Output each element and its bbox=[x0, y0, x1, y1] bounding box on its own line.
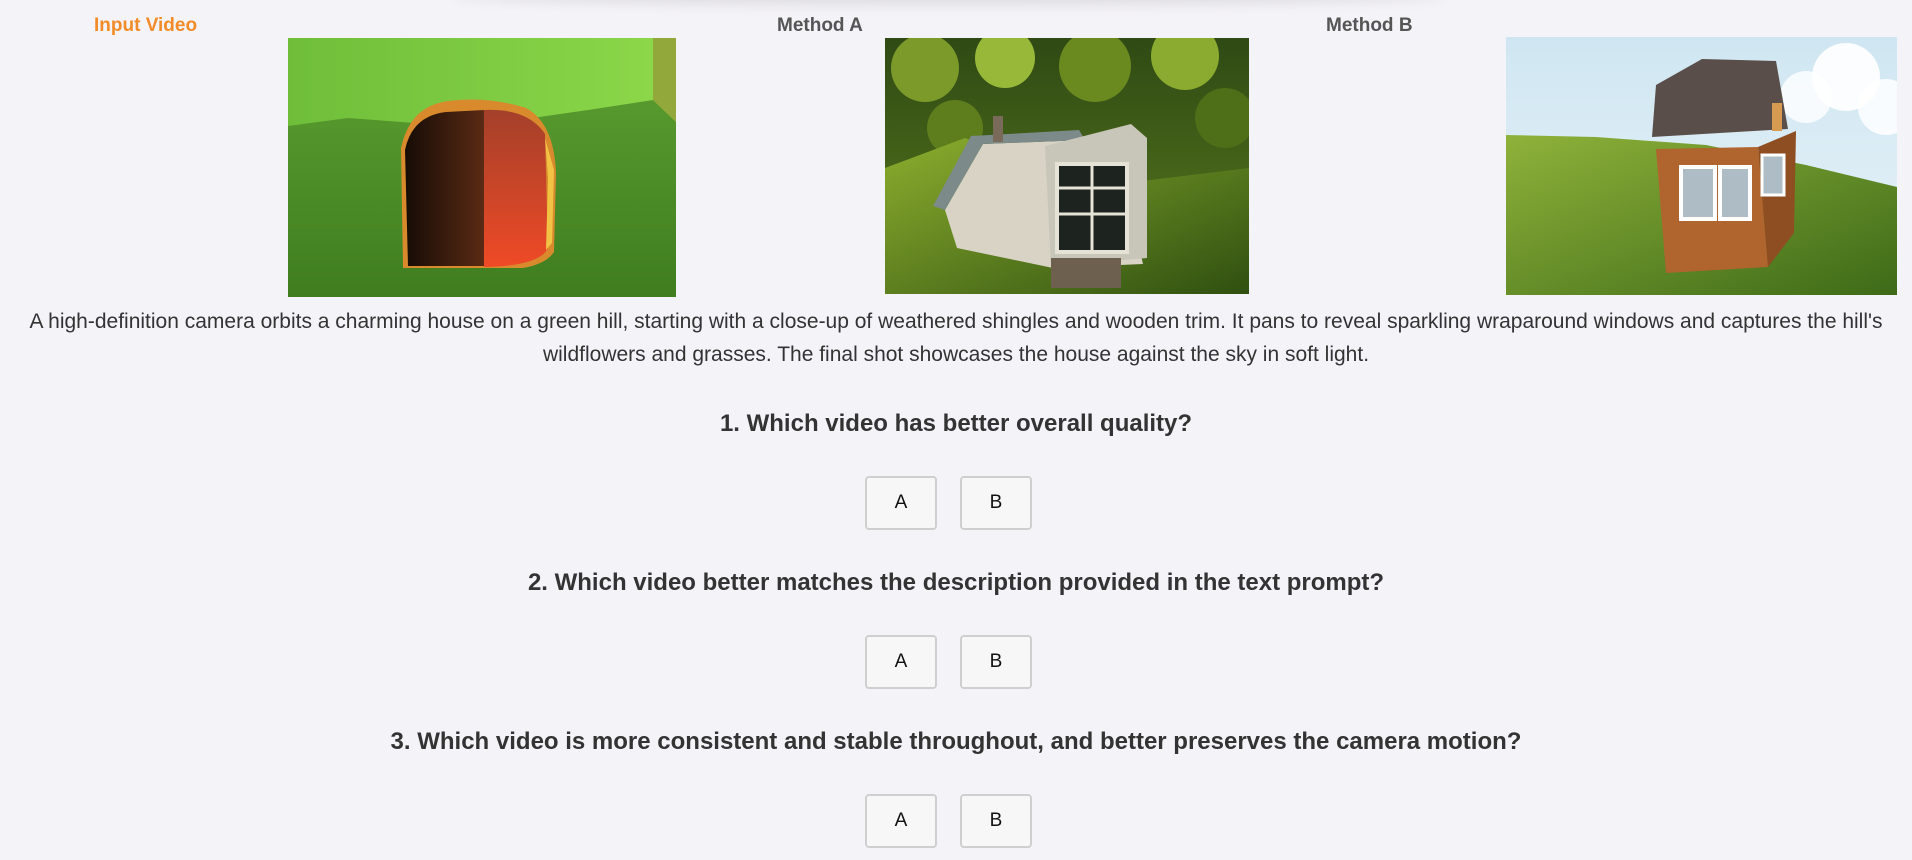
method-a-label: Method A bbox=[777, 15, 863, 36]
question-1: 1. Which video has better overall qualit… bbox=[719, 410, 1193, 437]
question-3-option-a-button[interactable]: A bbox=[865, 794, 937, 848]
input-video-frame bbox=[288, 38, 676, 297]
input-video-player[interactable] bbox=[288, 38, 676, 297]
method-b-video-frame bbox=[1506, 37, 1897, 295]
text-prompt: A high-definition camera orbits a charmi… bbox=[29, 310, 1883, 366]
input-video-label: Input Video bbox=[94, 15, 198, 36]
question-2-option-b-button[interactable]: B bbox=[960, 635, 1032, 689]
question-1-option-b-button[interactable]: B bbox=[960, 476, 1032, 530]
question-2-option-a-button[interactable]: A bbox=[865, 635, 937, 689]
question-2: 2. Which video better matches the descri… bbox=[527, 569, 1385, 596]
method-b-video-player[interactable] bbox=[1506, 37, 1897, 295]
method-b-label: Method B bbox=[1326, 15, 1413, 36]
question-3: 3. Which video is more consistent and st… bbox=[390, 728, 1522, 755]
question-3-option-b-button[interactable]: B bbox=[960, 794, 1032, 848]
question-1-option-a-button[interactable]: A bbox=[865, 476, 937, 530]
method-a-video-player[interactable] bbox=[885, 38, 1249, 294]
method-a-video-frame bbox=[885, 38, 1249, 294]
